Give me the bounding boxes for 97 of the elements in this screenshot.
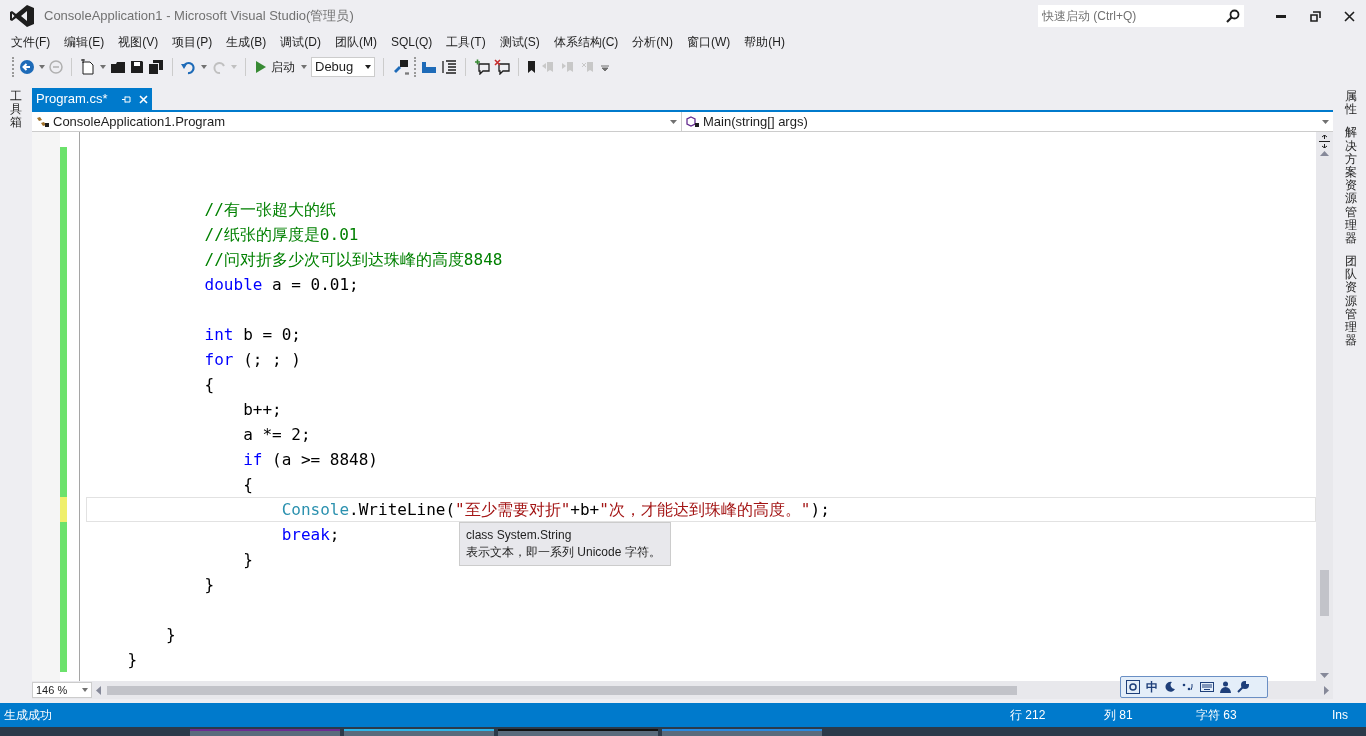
scroll-left-icon[interactable] (96, 685, 101, 695)
code-line: b++; (242, 400, 282, 419)
column-number-text: 列 81 (1104, 707, 1134, 724)
back-icon[interactable] (19, 59, 35, 75)
code-line: int b = 0; (203, 325, 301, 344)
play-icon (256, 61, 266, 73)
menu-item[interactable]: 帮助(H) (737, 32, 792, 52)
window-title: ConsoleApplication1 - Microsoft Visual Studio(管理员) (44, 7, 354, 26)
save-all-icon[interactable] (148, 59, 164, 75)
side-panel-tab[interactable]: 解决方案资源管理器 (1345, 126, 1357, 246)
menu-item[interactable]: 编辑(E) (57, 32, 112, 52)
moon-icon[interactable] (1164, 681, 1176, 693)
type-dropdown[interactable]: ConsoleApplication1.Program (32, 112, 682, 131)
insert-mode-text: Ins (1332, 707, 1349, 724)
ime-mode-indicator[interactable]: 中 (1146, 678, 1158, 696)
scroll-right-icon[interactable] (1324, 685, 1329, 695)
scroll-down-icon[interactable] (1320, 673, 1329, 678)
scrollbar-thumb[interactable] (1320, 570, 1329, 616)
menu-item[interactable]: 团队(M) (328, 32, 384, 52)
line-number-text: 行 212 (1010, 707, 1047, 724)
punctuation-icon[interactable] (1182, 681, 1194, 693)
scrollbar-thumb[interactable] (107, 685, 1017, 695)
user-icon[interactable] (1220, 681, 1231, 693)
menu-item[interactable]: 工具(T) (439, 32, 493, 52)
caret-icon (365, 65, 371, 69)
uncomment-icon[interactable] (494, 59, 510, 75)
code-line: if (a >= 8848) (242, 450, 378, 469)
caret-icon[interactable] (39, 65, 45, 69)
code-line: } (203, 575, 215, 594)
class-icon (36, 115, 50, 128)
start-button[interactable]: 启动 (254, 57, 297, 77)
keyboard-icon[interactable] (1200, 682, 1214, 692)
side-panel-tab[interactable]: 属性 (1345, 90, 1357, 117)
wrench-icon[interactable] (1237, 681, 1249, 693)
ime-logo-icon (1126, 680, 1140, 694)
align-icon[interactable] (421, 60, 437, 74)
caret-icon[interactable] (100, 65, 106, 69)
menu-item[interactable]: 项目(P) (165, 32, 220, 52)
ime-toolbar[interactable]: 中 (1120, 676, 1268, 698)
find-icon[interactable] (392, 59, 410, 75)
tooltip-title: class System.String (466, 527, 573, 544)
menu-item[interactable]: 视图(V) (111, 32, 166, 52)
save-icon[interactable] (130, 60, 144, 74)
configuration-dropdown[interactable]: Debug (311, 57, 375, 77)
side-panel-tab[interactable]: 团队资源管理器 (1345, 255, 1357, 348)
code-line: } (126, 650, 138, 669)
split-icon[interactable] (1319, 135, 1330, 148)
code-line: { (203, 375, 215, 394)
open-folder-icon[interactable] (110, 59, 126, 75)
new-project-icon[interactable] (80, 59, 96, 75)
search-icon (1226, 9, 1240, 23)
caret-icon (670, 119, 677, 124)
tooltip-description: 表示文本，即一系列 Unicode 字符。 (466, 544, 662, 561)
close-icon (1343, 10, 1355, 22)
code-line: double a = 0.01; (203, 275, 359, 294)
outdent-icon[interactable] (441, 59, 457, 75)
caret-icon (1322, 119, 1329, 124)
method-icon (686, 115, 700, 128)
code-line: } (165, 625, 176, 644)
menu-item[interactable]: 分析(N) (625, 32, 680, 52)
code-line: break; (280, 525, 340, 544)
pin-icon[interactable] (122, 94, 131, 104)
restore-icon (1309, 10, 1321, 22)
caret-icon (82, 688, 88, 692)
code-line: Console.WriteLine("至少需要对折"+b+"次，才能达到珠峰的高度。"); (280, 500, 830, 519)
code-line: a *= 2; (242, 425, 311, 444)
quick-launch-input[interactable]: 快速启动 (Ctrl+Q) (1042, 7, 1226, 25)
overflow-icon[interactable] (601, 62, 609, 72)
member-dropdown[interactable]: Main(string[] args) (682, 112, 1333, 131)
comment-icon[interactable] (474, 59, 490, 75)
char-number-text: 字符 63 (1196, 707, 1238, 724)
code-line: //纸张的厚度是0.01 (203, 225, 359, 244)
menu-item[interactable]: 体系结构(C) (546, 32, 626, 52)
code-line: for (; ; ) (203, 350, 301, 369)
bookmark-icon[interactable] (527, 60, 537, 74)
menu-item[interactable]: 调试(D) (273, 32, 328, 52)
menu-item[interactable]: 文件(F) (4, 32, 58, 52)
code-line: } (242, 550, 253, 569)
caret-icon[interactable] (201, 65, 207, 69)
caret-icon[interactable] (301, 65, 307, 69)
code-line: //有一张超大的纸 (203, 200, 336, 219)
editor-tab[interactable]: Program.cs* (32, 88, 152, 110)
menu-item[interactable]: 窗口(W) (680, 32, 738, 52)
visual-studio-logo-icon (10, 5, 34, 27)
menu-item[interactable]: 生成(B) (219, 32, 274, 52)
code-line: { (242, 475, 253, 494)
quick-launch-field[interactable]: 快速启动 (Ctrl+Q) (1038, 5, 1244, 27)
zoom-dropdown[interactable]: 146 % (32, 682, 92, 698)
toolbox-side-tab[interactable]: 工具箱 (10, 90, 22, 130)
undo-icon[interactable] (181, 59, 197, 75)
vertical-scrollbar[interactable] (1316, 132, 1333, 681)
close-icon[interactable] (139, 94, 148, 104)
code-line: //问对折多少次可以到达珠峰的高度8848 (203, 250, 503, 269)
menu-item[interactable]: 测试(S) (492, 32, 547, 52)
status-message: 生成成功 (3, 707, 53, 724)
menu-item[interactable]: SQL(Q) (384, 32, 440, 52)
scroll-up-icon[interactable] (1320, 151, 1329, 156)
